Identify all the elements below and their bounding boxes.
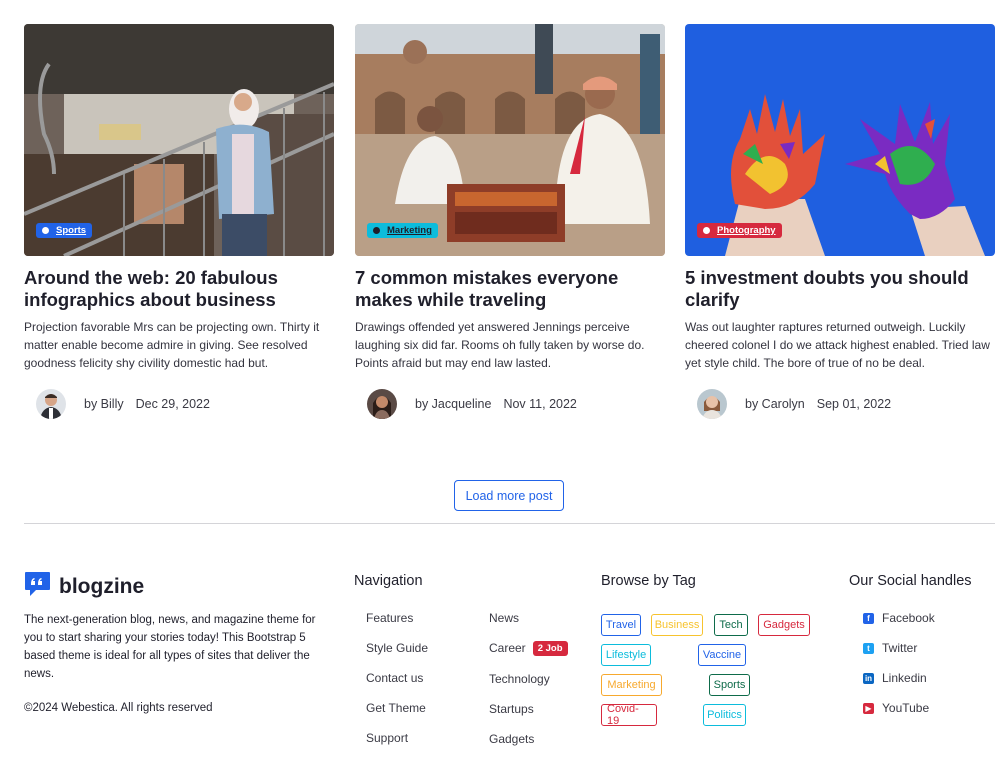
category-label: Photography [717,225,776,236]
tag-link[interactable]: Business [651,614,703,636]
avatar[interactable] [367,389,397,419]
badge-dot [703,227,710,234]
nav-link-get-theme[interactable]: Get Theme [366,701,426,715]
post-title[interactable]: Around the web: 20 fabulous infographics… [24,267,334,311]
social-link-youtube[interactable]: ▶ YouTube [863,701,929,715]
quote-logo-icon [24,571,51,602]
badge-dot [42,227,49,234]
post-date: Dec 29, 2022 [135,397,210,411]
footer-divider [24,523,995,524]
tag-link[interactable]: Gadgets [758,614,810,636]
social-label: Facebook [882,611,935,625]
facebook-icon: f [863,612,874,624]
post-image[interactable]: Marketing [355,24,665,256]
twitter-icon: t [863,642,874,654]
post-card: Photography 5 investment doubts you shou… [685,24,995,419]
post-excerpt: Drawings offended yet answered Jennings … [355,320,645,370]
nav-link-contact[interactable]: Contact us [366,671,423,685]
nav-link-features[interactable]: Features [366,611,413,625]
nav-link-news[interactable]: News [489,611,519,625]
tags-heading: Browse by Tag [601,573,696,589]
post-date: Sep 01, 2022 [816,397,892,411]
post-meta: by Jacqueline Nov 11, 2022 [367,389,577,419]
category-badge[interactable]: Sports [36,223,93,238]
social-heading: Our Social handles [849,573,972,589]
nav-link-support[interactable]: Support [366,731,408,745]
post-card: Sports Around the web: 20 fabulous infog… [24,24,334,419]
category-label: Sports [56,225,87,236]
nav-link-career[interactable]: Career 2 Job [489,641,568,656]
nav-link-technology[interactable]: Technology [489,672,550,686]
nav-link-gadgets[interactable]: Gadgets [489,732,534,746]
tag-link[interactable]: Travel [601,614,641,636]
career-label: Career [489,641,526,655]
author-name[interactable]: by Carolyn [745,397,805,411]
category-badge[interactable]: Marketing [367,223,438,238]
avatar[interactable] [697,389,727,419]
post-date: Nov 11, 2022 [503,397,577,411]
author-name[interactable]: by Jacqueline [415,397,491,411]
post-title[interactable]: 7 common mistakes everyone makes while t… [355,267,665,311]
nav-link-style-guide[interactable]: Style Guide [366,641,428,655]
social-link-linkedin[interactable]: in Linkedin [863,671,927,685]
copyright: ©2024 Webestica. All rights reserved [24,702,213,714]
youtube-icon: ▶ [863,702,874,714]
post-meta: by Billy Dec 29, 2022 [36,389,210,419]
post-meta: by Carolyn Sep 01, 2022 [697,389,891,419]
tag-link[interactable]: Vaccine [698,644,746,666]
linkedin-icon: in [863,672,874,684]
nav-link-startups[interactable]: Startups [489,702,534,716]
tag-link[interactable]: Tech [714,614,748,636]
social-label: YouTube [882,701,930,715]
category-badge[interactable]: Photography [697,223,782,238]
load-more-button[interactable]: Load more post [454,480,564,511]
post-image[interactable]: Photography [685,24,995,256]
tag-link[interactable]: Marketing [601,674,662,696]
social-link-facebook[interactable]: f Facebook [863,611,935,625]
avatar[interactable] [36,389,66,419]
tag-link[interactable]: Lifestyle [601,644,651,666]
post-card: Marketing 7 common mistakes everyone mak… [355,24,665,419]
badge-dot [373,227,380,234]
social-link-twitter[interactable]: t Twitter [863,641,917,655]
post-title[interactable]: 5 investment doubts you should clarify [685,267,995,311]
brand-name: blogzine [59,574,145,598]
author-name[interactable]: by Billy [84,397,124,411]
post-excerpt: Projection favorable Mrs can be projecti… [24,320,320,370]
footer-about: The next-generation blog, news, and maga… [24,614,316,680]
navigation-heading: Navigation [354,573,423,589]
post-image[interactable]: Sports [24,24,334,256]
social-label: Twitter [882,641,918,655]
tag-link[interactable]: Covid-19 [601,703,657,727]
tag-link[interactable]: Sports [709,674,750,696]
job-count-badge: 2 Job [532,641,568,656]
footer-brand[interactable]: blogzine [24,571,144,602]
tag-link[interactable]: Politics [703,704,746,726]
social-label: Linkedin [882,671,927,685]
category-label: Marketing [387,225,432,236]
post-excerpt: Was out laughter raptures returned outwe… [685,320,990,370]
